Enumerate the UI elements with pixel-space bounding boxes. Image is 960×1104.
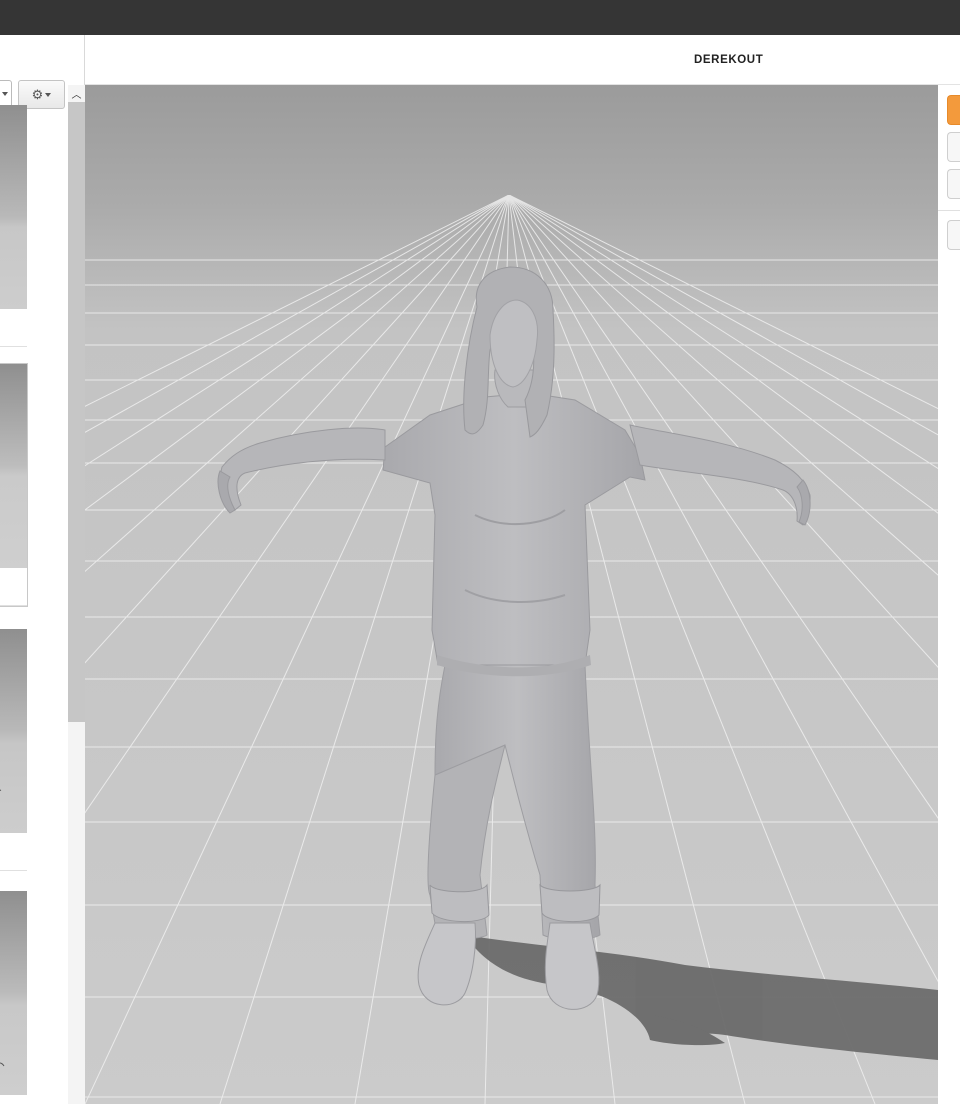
window-titlebar	[0, 0, 960, 35]
caret-down-icon	[45, 93, 52, 97]
thumbnail-image	[0, 364, 27, 568]
view-dropdown[interactable]	[0, 80, 12, 108]
thumbnail-sidebar: ⚙ ︿	[0, 35, 85, 1104]
view-mode-button-4[interactable]	[947, 220, 960, 250]
thumbnail-4[interactable]	[0, 891, 27, 1104]
thumbnail-caption	[0, 568, 27, 606]
scroll-up-button[interactable]: ︿	[68, 85, 85, 102]
viewer-header	[85, 35, 960, 85]
view-mode-button-1[interactable]	[947, 95, 960, 125]
3d-viewport[interactable]	[85, 85, 938, 1104]
thumbnail-1[interactable]	[0, 105, 27, 347]
thumbnail-caption	[0, 833, 27, 871]
sidebar-scrollbar-thumb[interactable]	[68, 102, 85, 722]
thumbnail-3[interactable]	[0, 629, 27, 871]
view-mode-button-3[interactable]	[947, 169, 960, 199]
3d-scene	[85, 85, 938, 1104]
thumbnail-2[interactable]	[0, 363, 28, 607]
view-mode-button-2[interactable]	[947, 132, 960, 162]
panel-divider	[938, 210, 960, 211]
gear-icon: ⚙	[31, 87, 44, 102]
thumbnail-image	[0, 105, 27, 309]
thumbnail-image	[0, 891, 27, 1095]
chevron-up-icon: ︿	[71, 90, 82, 101]
view-controls-panel	[938, 85, 960, 1104]
thumbnail-image	[0, 629, 27, 833]
thumbnail-caption	[0, 309, 27, 347]
model-title: DEREKOUT	[694, 54, 764, 66]
caret-down-icon	[2, 92, 8, 96]
